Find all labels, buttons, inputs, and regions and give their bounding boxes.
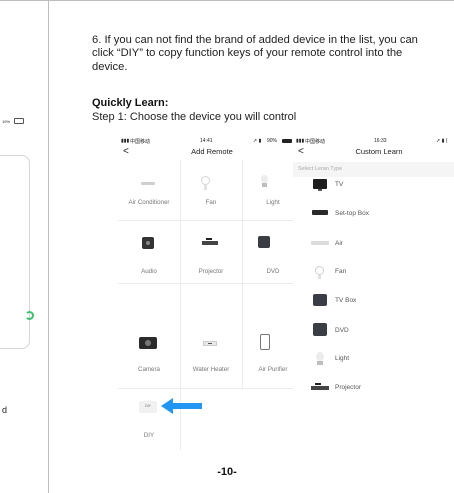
step-1-text: Step 1: Choose the device you will contr… xyxy=(92,111,297,123)
p1-location-icon: ➚ ▮ xyxy=(253,138,262,144)
air-purifier-icon xyxy=(260,334,270,350)
tile-label-audio[interactable]: Audio xyxy=(118,268,180,276)
fan-icon xyxy=(315,266,324,275)
projector-lens xyxy=(206,238,212,240)
list-item-fan[interactable]: Fan xyxy=(335,268,346,275)
tv-box-icon xyxy=(313,294,327,306)
tile-label-camera[interactable]: Camera xyxy=(118,366,180,374)
audio-speaker-cone xyxy=(146,241,150,245)
page-divider xyxy=(48,0,49,493)
tile-label-projector[interactable]: Projector xyxy=(180,268,242,276)
page-number: -10- xyxy=(217,466,237,478)
fan-icon xyxy=(201,176,210,185)
list-item-tv[interactable]: TV xyxy=(335,181,343,188)
tile-label-diy[interactable]: DIY xyxy=(118,432,180,440)
dvd-icon xyxy=(313,323,327,336)
light-bulb-icon xyxy=(316,352,324,361)
left-toggle-icon xyxy=(25,311,34,320)
air-conditioner-icon xyxy=(141,182,155,185)
list-item-projector[interactable]: Projector xyxy=(335,384,361,391)
set-top-box-icon xyxy=(312,210,328,215)
p1-battery: 90% xyxy=(267,138,278,144)
top-rule xyxy=(0,0,454,1)
p1-carrier: 中国移动 xyxy=(130,139,151,145)
projector-icon xyxy=(311,386,329,390)
left-battery-text: 19% xyxy=(2,119,11,124)
p1-battery-icon xyxy=(282,139,292,143)
learn-type-hint: Select Leran Type xyxy=(293,162,454,177)
grid-line xyxy=(118,220,298,221)
tv-stand xyxy=(318,189,322,191)
grid-line xyxy=(118,283,298,284)
learn-type-hint-text: Select Leran Type xyxy=(298,166,343,172)
p1-time: 14:41 xyxy=(200,138,213,144)
arrow-left-icon xyxy=(161,398,202,414)
dvd-icon xyxy=(258,236,270,248)
fan-stand xyxy=(318,275,321,279)
list-item-dvd[interactable]: DVD xyxy=(335,327,349,334)
tv-icon xyxy=(313,179,327,189)
p2-location-icon: ➚ ▮ ( xyxy=(436,138,448,144)
p1-title: Add Remote xyxy=(191,147,233,156)
left-battery-icon xyxy=(14,118,24,124)
tile-label-air-conditioner[interactable]: Air Conditioner xyxy=(118,199,180,207)
quickly-learn-heading: Quickly Learn: xyxy=(92,97,169,109)
list-item-set-top-box[interactable]: Set-top Box xyxy=(335,210,369,217)
fan-stand xyxy=(204,185,207,190)
p2-time: 16:33 xyxy=(374,138,387,144)
light-bulb-icon xyxy=(261,175,268,183)
list-item-light[interactable]: Light xyxy=(335,355,349,362)
p1-signal-icon: ▮▮▮ xyxy=(121,138,130,144)
left-card-fragment xyxy=(0,155,30,349)
projector-icon xyxy=(202,241,218,245)
p2-signal-icon: ▮▮▮ xyxy=(296,138,305,144)
air-conditioner-icon xyxy=(311,241,329,245)
left-partial-text: d xyxy=(2,405,8,415)
tile-label-fan[interactable]: Fan xyxy=(180,199,242,207)
water-heater-mark xyxy=(208,343,212,344)
tile-label-water-heater[interactable]: Water Heater xyxy=(180,366,242,374)
p2-title: Custom Learn xyxy=(355,147,403,156)
instruction-paragraph: 6. If you can not find the brand of adde… xyxy=(92,34,418,73)
grid-line xyxy=(118,388,298,389)
list-item-air[interactable]: Air xyxy=(335,240,343,247)
p2-carrier: 中国移动 xyxy=(305,139,326,145)
list-item-tv-box[interactable]: TV Box xyxy=(335,297,356,304)
camera-lens xyxy=(145,340,151,346)
diy-badge-text: DIY xyxy=(145,404,151,408)
light-bulb-base xyxy=(317,361,323,365)
projector-lens xyxy=(315,383,321,385)
light-bulb-base xyxy=(262,183,267,187)
